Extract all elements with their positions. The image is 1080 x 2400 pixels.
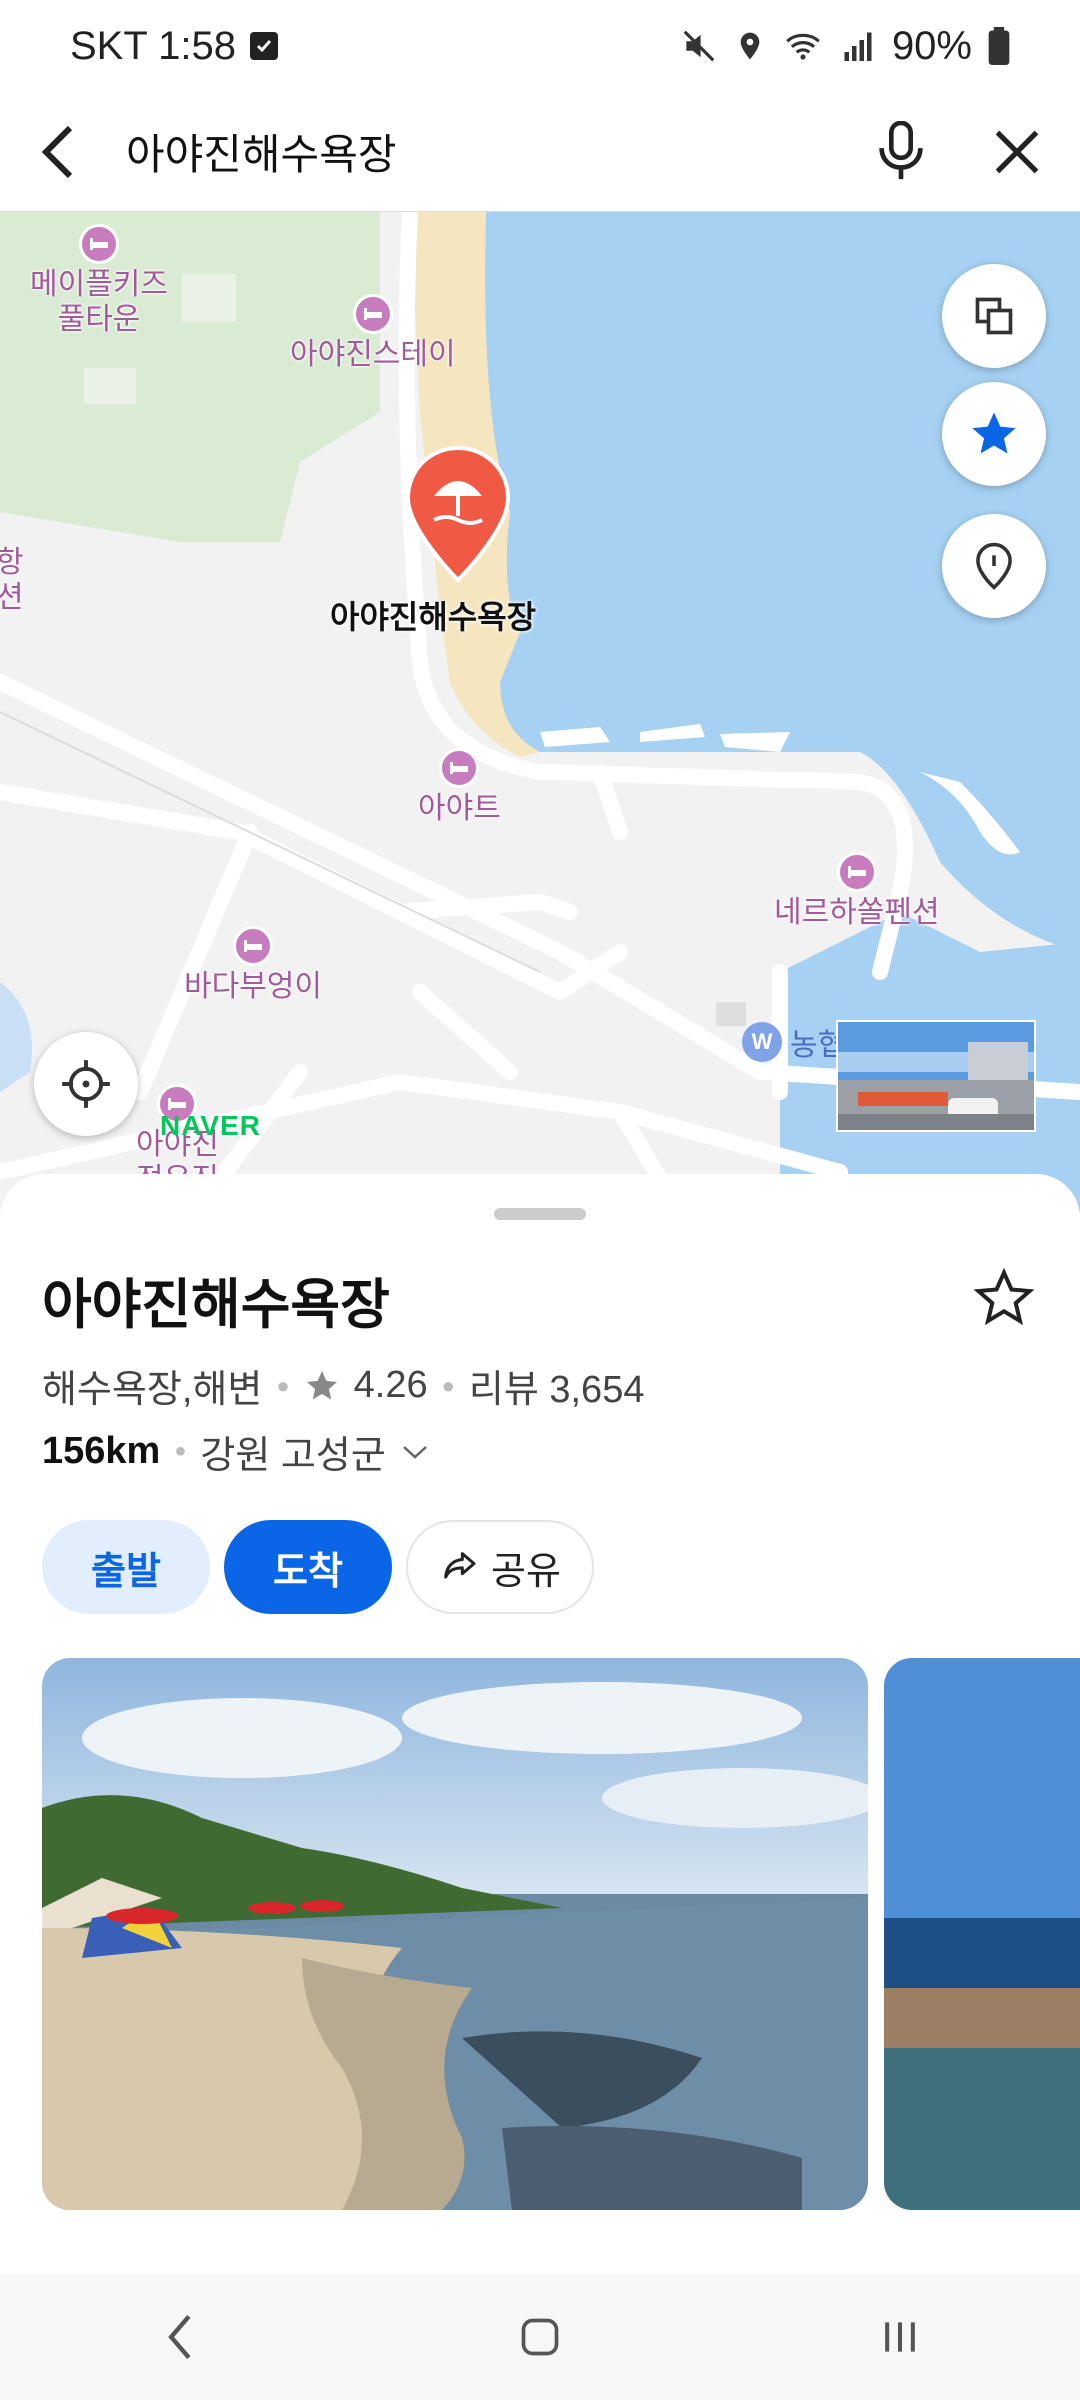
poi-label: 아야트 — [418, 792, 501, 825]
naver-logo: NAVER — [160, 1110, 261, 1141]
microphone-icon — [879, 120, 923, 179]
separator-dot: ● — [174, 1440, 187, 1462]
review-count[interactable]: 리뷰 3,654 — [469, 1358, 645, 1413]
lodging-icon — [352, 294, 393, 334]
checkbox-notification-icon — [250, 32, 279, 60]
place-distance: 156km — [42, 1430, 161, 1472]
place-meta: 해수욕장,해변 ● 4.26 ● 리뷰 3,654 — [42, 1358, 644, 1413]
poi-ayajin-stay[interactable]: 아야진스테이 — [290, 294, 456, 373]
star-icon — [972, 412, 1016, 454]
battery-icon — [988, 27, 1010, 65]
crosshair-icon — [62, 1060, 110, 1108]
place-category: 해수욕장,해변 — [42, 1369, 263, 1411]
share-button[interactable]: 공유 — [406, 1520, 594, 1614]
location-icon — [740, 32, 760, 60]
battery-percent: 90% — [891, 23, 972, 68]
place-photo[interactable] — [884, 1658, 1080, 2210]
map-view[interactable]: 메이플키즈 풀타운 아야진스테이 아야트 네르하쏠펜션 바다부엉이 아야진 정우… — [0, 212, 1080, 1212]
action-buttons: 출발 도착 공유 — [42, 1520, 594, 1614]
poi-label: 아야진스테이 — [290, 338, 456, 371]
poi-nerha-pension[interactable]: 네르하쏠펜션 — [774, 852, 940, 931]
place-marker-button[interactable] — [942, 514, 1046, 618]
place-rating: 4.26 — [353, 1364, 428, 1406]
back-button[interactable] — [28, 122, 88, 182]
mute-icon — [683, 30, 715, 62]
rating-star-icon — [306, 1370, 337, 1399]
street-view-thumbnail[interactable] — [836, 1020, 1036, 1132]
clear-search-button[interactable] — [982, 117, 1052, 187]
poi-label: 바다부엉이 — [184, 970, 322, 1003]
arrive-button[interactable]: 도착 — [224, 1520, 392, 1614]
selected-place-pin[interactable] — [404, 444, 512, 589]
share-icon — [444, 1552, 476, 1579]
recents-icon — [885, 2322, 915, 2352]
place-detail-sheet: 아야진해수욕장 해수욕장,해변 ● 4.26 ● 리뷰 3,654 156km … — [0, 1174, 1080, 2274]
favorites-map-button[interactable] — [942, 382, 1046, 486]
back-icon — [168, 2314, 191, 2360]
map-layers-button[interactable] — [942, 264, 1046, 368]
my-location-button[interactable] — [34, 1032, 138, 1136]
poi-nonghyup[interactable]: W 농협 — [742, 1020, 845, 1064]
chevron-down-icon[interactable] — [400, 1442, 430, 1462]
chevron-left-icon — [41, 125, 73, 178]
wifi-icon — [786, 33, 820, 60]
close-icon — [995, 130, 1039, 173]
bank-icon: W — [742, 1022, 782, 1062]
depart-button[interactable]: 출발 — [42, 1520, 210, 1614]
poi-edge-partial[interactable]: 항 션 — [0, 542, 24, 615]
star-outline-icon — [973, 1267, 1035, 1326]
home-icon — [521, 2318, 559, 2356]
save-favorite-button[interactable] — [972, 1266, 1042, 1336]
place-photo[interactable] — [42, 1658, 868, 2210]
nav-back-button[interactable] — [120, 2287, 240, 2387]
poi-label: 항 션 — [0, 546, 24, 614]
system-nav-bar — [0, 2274, 1080, 2400]
nav-home-button[interactable] — [480, 2287, 600, 2387]
place-location-info: 156km ● 강원 고성군 — [42, 1424, 430, 1479]
selected-place-label: 아야진해수욕장 — [330, 599, 537, 635]
place-region: 강원 고성군 — [200, 1435, 386, 1477]
voice-search-button[interactable] — [866, 117, 936, 187]
signal-icon — [844, 32, 872, 61]
nav-recents-button[interactable] — [840, 2287, 960, 2387]
share-label: 공유 — [491, 1550, 561, 1593]
lodging-icon — [836, 852, 877, 892]
carrier-time: SKT 1:58 — [70, 23, 237, 68]
separator-dot: ● — [276, 1372, 290, 1398]
beach-umbrella-pin-icon — [405, 445, 511, 583]
poi-maple-kids[interactable]: 메이플키즈 풀타운 — [30, 224, 168, 337]
poi-ayat[interactable]: 아야트 — [418, 748, 501, 827]
lodging-icon — [233, 926, 273, 966]
search-input[interactable]: 아야진해수욕장 — [126, 121, 866, 182]
poi-sea-owl[interactable]: 바다부엉이 — [184, 926, 322, 1005]
poi-label: 네르하쏠펜션 — [774, 896, 940, 929]
poi-label: 메이플키즈 풀타운 — [30, 268, 168, 336]
status-bar: SKT 1:58 90% — [0, 0, 1080, 92]
lodging-icon — [79, 224, 119, 264]
sheet-drag-handle[interactable] — [494, 1208, 586, 1220]
place-title: 아야진해수욕장 — [42, 1275, 390, 1335]
search-bar: 아야진해수욕장 — [0, 92, 1080, 212]
layers-icon — [975, 297, 1013, 335]
location-pin-icon — [976, 542, 1012, 590]
lodging-icon — [439, 748, 480, 788]
separator-dot: ● — [441, 1372, 455, 1398]
photo-carousel[interactable] — [42, 1658, 1080, 2210]
